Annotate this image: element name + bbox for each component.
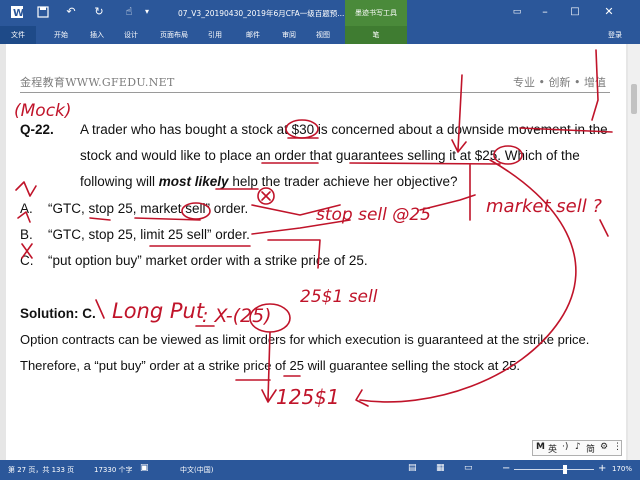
tab-file[interactable]: 文件 <box>0 26 36 44</box>
option-c-text: “put option buy” market order with a str… <box>48 253 368 268</box>
ribbon-tabs: 文件 开始 插入 设计 页面布局 引用 邮件 审阅 视图 笔 登录 <box>0 26 640 44</box>
ink-tools-title: 墨迹书写工具 <box>345 0 407 26</box>
ime-simplified[interactable]: 简 <box>586 442 595 455</box>
tab-view[interactable]: 视图 <box>310 26 336 44</box>
save-icon[interactable] <box>36 5 50 19</box>
option-b-text: “GTC, stop 25, limit 25 sell” order. <box>48 227 250 242</box>
close-button[interactable]: ✕ <box>600 4 618 20</box>
document-title: 07_V3_20190430_2019年6月CFA一级百题预... <box>178 9 345 18</box>
question-line-3: following will most likely help the trad… <box>80 174 457 189</box>
status-bar: 第 27 页，共 133 页 17330 个字 ▣ 中文(中国) ▤ ▦ ▭ −… <box>0 460 640 480</box>
tab-home[interactable]: 开始 <box>48 26 74 44</box>
emphasis-most-likely: most likely <box>158 174 229 189</box>
question-line-3-end: help the trader achieve her objective? <box>228 174 458 189</box>
vertical-scrollbar[interactable] <box>628 44 640 460</box>
zoom-slider[interactable] <box>514 469 594 470</box>
tab-mailings[interactable]: 邮件 <box>240 26 266 44</box>
tab-layout[interactable]: 页面布局 <box>154 26 194 44</box>
word-logo-icon: W <box>10 5 24 19</box>
page-header-left: 金程教育WWW.GFEDU.NET <box>20 76 175 89</box>
document-canvas: 金程教育WWW.GFEDU.NET 专业 • 创新 • 增值 Q-22. A t… <box>0 44 640 460</box>
tab-design[interactable]: 设计 <box>118 26 144 44</box>
focus-mode-icon[interactable]: ▤ <box>408 463 417 473</box>
quick-access-dropdown-icon[interactable]: ▾ <box>140 5 154 19</box>
option-a-text: “GTC, stop 25, market sell” order. <box>48 201 249 216</box>
word-window: W ↶ ↻ ☝ ▾ 07_V3_20190430_2019年6月CFA一级百题预… <box>0 0 640 480</box>
ime-toolbar[interactable]: M 英 ·) ♪ 简 ⚙ ⋮ <box>532 440 622 456</box>
tab-review[interactable]: 审阅 <box>276 26 302 44</box>
touch-mode-icon[interactable]: ☝ <box>122 5 136 19</box>
minimize-button[interactable]: – <box>536 4 554 20</box>
zoom-level[interactable]: 170% <box>612 465 632 473</box>
print-layout-icon[interactable]: ▭ <box>464 463 473 473</box>
tab-pen[interactable]: 笔 <box>345 26 407 44</box>
ime-settings-icon[interactable]: ⚙ <box>600 442 608 452</box>
question-number: Q-22. <box>20 122 54 137</box>
ime-music-icon[interactable]: ♪ <box>575 442 581 452</box>
scroll-thumb[interactable] <box>631 84 637 114</box>
language-indicator[interactable]: 中文(中国) <box>180 465 213 475</box>
page-count[interactable]: 第 27 页，共 133 页 <box>8 465 74 475</box>
option-a-letter: A. <box>20 201 33 216</box>
redo-icon[interactable]: ↻ <box>92 5 106 19</box>
question-line-2: stock and would like to place an order t… <box>80 148 580 163</box>
option-b-letter: B. <box>20 227 33 242</box>
zoom-slider-thumb[interactable] <box>563 465 567 474</box>
question-line-1: A trader who has bought a stock at $30 i… <box>80 122 608 137</box>
word-count[interactable]: 17330 个字 <box>94 465 133 475</box>
tab-references[interactable]: 引用 <box>202 26 228 44</box>
svg-text:W: W <box>13 8 24 19</box>
undo-icon[interactable]: ↶ <box>64 5 78 19</box>
ime-more-icon[interactable]: ⋮ <box>613 442 622 452</box>
proofing-icon[interactable]: ▣ <box>140 463 149 473</box>
ribbon-display-icon[interactable]: ▭ <box>508 4 526 20</box>
maximize-button[interactable]: □ <box>566 4 584 20</box>
header-divider <box>20 92 610 93</box>
ime-language[interactable]: 英 <box>548 442 557 455</box>
solution-line-1: Option contracts can be viewed as limit … <box>20 332 590 347</box>
tab-insert[interactable]: 插入 <box>84 26 110 44</box>
ime-mode-m[interactable]: M <box>536 442 545 452</box>
zoom-out-button[interactable]: − <box>502 463 510 474</box>
option-c-letter: C. <box>20 253 34 268</box>
solution-label: Solution: C. <box>20 306 96 321</box>
sign-in-link[interactable]: 登录 <box>608 26 622 44</box>
read-mode-icon[interactable]: ▦ <box>436 463 445 473</box>
zoom-in-button[interactable]: + <box>598 463 606 474</box>
ime-punctuation[interactable]: ·) <box>562 442 568 452</box>
title-bar: W ↶ ↻ ☝ ▾ 07_V3_20190430_2019年6月CFA一级百题预… <box>0 0 640 26</box>
solution-line-2: Therefore, a “put buy” order at a strike… <box>20 358 521 373</box>
question-line-3-start: following will <box>80 174 159 189</box>
document-page[interactable]: 金程教育WWW.GFEDU.NET 专业 • 创新 • 增值 Q-22. A t… <box>6 44 626 460</box>
page-header-right: 专业 • 创新 • 增值 <box>513 76 606 89</box>
